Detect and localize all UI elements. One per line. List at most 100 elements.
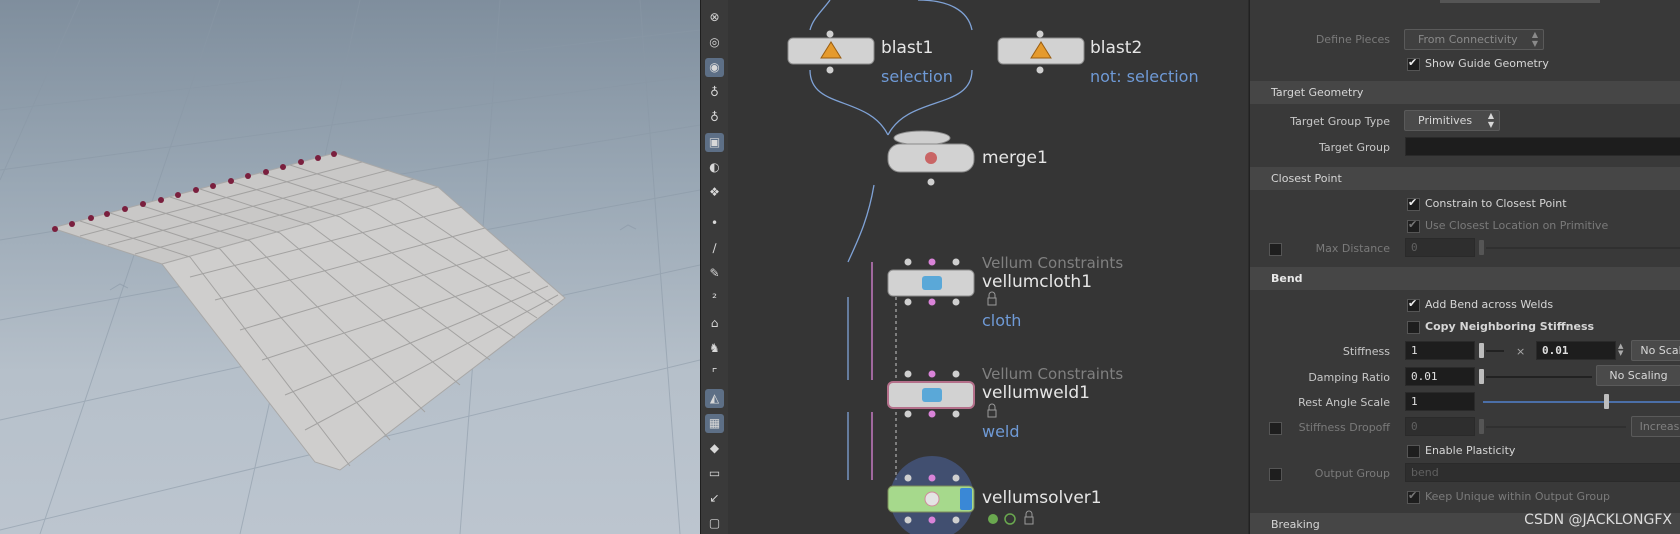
stamp-icon[interactable]: ♞ [705,339,724,358]
add-bend-label: Add Bend across Welds [1425,298,1554,311]
checker-icon[interactable]: ▦ [705,414,724,433]
add-bend-checkbox[interactable] [1407,297,1420,312]
viewport-toolbar: ⊗ ◎ ◉ ♁ ♁ ▣ ◐ ❖ • ∕ ✎ ² ⌂ ♞ ⌜ ◭ ▦ ◆ ▭ ↙ … [700,0,729,534]
brush-icon[interactable]: ⌂ [705,314,724,333]
max-distance-label: Max Distance [1315,242,1390,255]
diamond-icon[interactable]: ◆ [705,439,724,458]
sphere-icon[interactable]: ◎ [705,33,724,52]
stepper-arrows-icon[interactable]: ▲ ▼ [1618,343,1623,357]
node-blast2-name[interactable]: blast2 [1090,38,1142,58]
use-closest-location-checkbox[interactable] [1407,218,1420,233]
section-closest-point[interactable]: Closest Point [1250,167,1680,190]
stiffness-dropoff-slider[interactable] [1486,426,1626,428]
node-vellumcloth1-shape [887,258,975,306]
parameter-pane: Define Pieces From Connectivity ▲▼ Show … [1249,0,1680,534]
scene-viewport[interactable] [0,0,700,534]
show-guide-checkbox[interactable] [1407,56,1420,71]
damping-ratio-label: Damping Ratio [1308,371,1390,384]
copy-neighboring-checkbox[interactable] [1407,321,1420,334]
node-vellumweld1-type: Vellum Constraints [982,365,1124,383]
stiffness-label: Stiffness [1342,345,1390,358]
arrow-icon[interactable]: ↙ [705,489,724,508]
define-pieces-menu[interactable]: From Connectivity ▲ ▼ [1404,29,1544,50]
rest-angle-scale-field[interactable]: 1 [1405,392,1475,411]
node-merge1-shape [887,130,975,186]
stiffness-dropoff-slider-handle[interactable] [1479,419,1484,434]
target-group-label: Target Group [1318,141,1390,154]
rest-angle-scale-label: Rest Angle Scale [1298,396,1390,409]
stiffness-scaling-button[interactable]: No Scal [1631,340,1680,361]
max-distance-field[interactable]: 0 [1405,238,1475,257]
node-blast1-shape [787,30,875,74]
paint-icon[interactable]: ✎ [705,264,724,283]
define-pieces-value: From Connectivity [1418,33,1518,46]
max-distance-slider-handle[interactable] [1479,240,1484,255]
watermark: CSDN @JACKLONGFX [1524,512,1672,528]
section-target-geometry[interactable]: Target Geometry [1250,81,1680,104]
light-icon[interactable]: ◉ [705,58,724,77]
damping-scaling-button[interactable]: No Scaling [1596,365,1680,386]
rest-angle-scale-slider-handle[interactable] [1604,394,1609,409]
top-slider-remnant [1440,0,1600,3]
viewport-canvas [0,0,700,534]
target-group-field[interactable] [1405,137,1680,156]
damping-ratio-slider-handle[interactable] [1479,369,1484,384]
node-vellumsolver1-shape [887,456,975,534]
node-vellumcloth1-name[interactable]: vellumcloth1 [982,272,1092,292]
node-vellumweld1-comment: weld [982,422,1020,441]
stiffness-slider-handle[interactable] [1479,343,1484,358]
target-group-type-label: Target Group Type [1290,115,1390,128]
keep-unique-checkbox[interactable] [1407,489,1420,504]
keep-unique-label: Keep Unique within Output Group [1425,490,1611,503]
bulb-outline-icon[interactable]: ♁ [705,108,724,127]
close-icon[interactable]: ⊗ [705,8,724,27]
stiffness-slider[interactable] [1486,350,1504,352]
eye-icon[interactable]: ◐ [705,158,724,177]
object-icon[interactable]: ❖ [705,183,724,202]
stiffness-dropoff-label: Stiffness Dropoff [1298,421,1390,434]
node-vellumweld1-name[interactable]: vellumweld1 [982,383,1090,403]
stiffness-dropoff-mode-button[interactable]: Increasi [1631,416,1680,437]
pencil-icon[interactable]: ∕ [705,239,724,258]
point-icon[interactable]: • [705,214,724,233]
sculpt-icon[interactable]: ◭ [705,389,724,408]
node-vellumcloth1-type: Vellum Constraints [982,254,1124,272]
node-vellumweld1-shape [887,370,975,418]
multiply-symbol: × [1516,345,1526,358]
section-bend[interactable]: Bend [1250,267,1680,290]
copy-neighboring-label: Copy Neighboring Stiffness [1425,320,1595,333]
square-icon[interactable]: ▢ [705,514,724,533]
rest-angle-scale-slider[interactable] [1483,401,1680,403]
damping-ratio-field[interactable]: 0.01 [1405,367,1475,386]
target-group-type-menu[interactable]: Primitives ▲ ▼ [1404,110,1500,131]
use-closest-location-label: Use Closest Location on Primitive [1425,219,1609,232]
node-vellumsolver1-name[interactable]: vellumsolver1 [982,488,1102,508]
camera-icon[interactable]: ▣ [705,133,724,152]
corner-icon[interactable]: ⌜ [705,364,724,383]
target-group-type-value: Primitives [1418,114,1473,127]
define-pieces-label: Define Pieces [1315,33,1390,46]
node-blast2-shape [997,30,1085,74]
enable-plasticity-label: Enable Plasticity [1425,444,1516,457]
constrain-closest-label: Constrain to Closest Point [1425,197,1567,210]
number-icon[interactable]: ² [705,289,724,308]
node-blast1-comment: selection [881,67,953,86]
output-group-field[interactable]: bend [1405,463,1680,482]
stiffness-dropoff-field[interactable]: 0 [1405,417,1475,436]
stiffness-field[interactable]: 1 [1405,341,1475,360]
node-network-editor[interactable]: blast1 selection blast2 not: selection m… [728,0,1248,534]
damping-ratio-slider[interactable] [1486,376,1592,378]
solver-status-icons [988,513,1016,525]
updown-icon: ▲ ▼ [1531,30,1538,48]
show-guide-label: Show Guide Geometry [1425,57,1549,70]
stiffness-multiplier-field[interactable]: 0.01 [1536,341,1616,360]
bulb-icon[interactable]: ♁ [705,83,724,102]
constrain-closest-checkbox[interactable] [1407,196,1420,211]
node-vellumcloth1-comment: cloth [982,311,1022,330]
output-group-label: Output Group [1314,467,1390,480]
max-distance-slider[interactable] [1486,247,1680,249]
node-blast1-name[interactable]: blast1 [881,38,933,58]
enable-plasticity-checkbox[interactable] [1407,445,1420,458]
node-merge1-name[interactable]: merge1 [982,148,1048,168]
image-icon[interactable]: ▭ [705,464,724,483]
